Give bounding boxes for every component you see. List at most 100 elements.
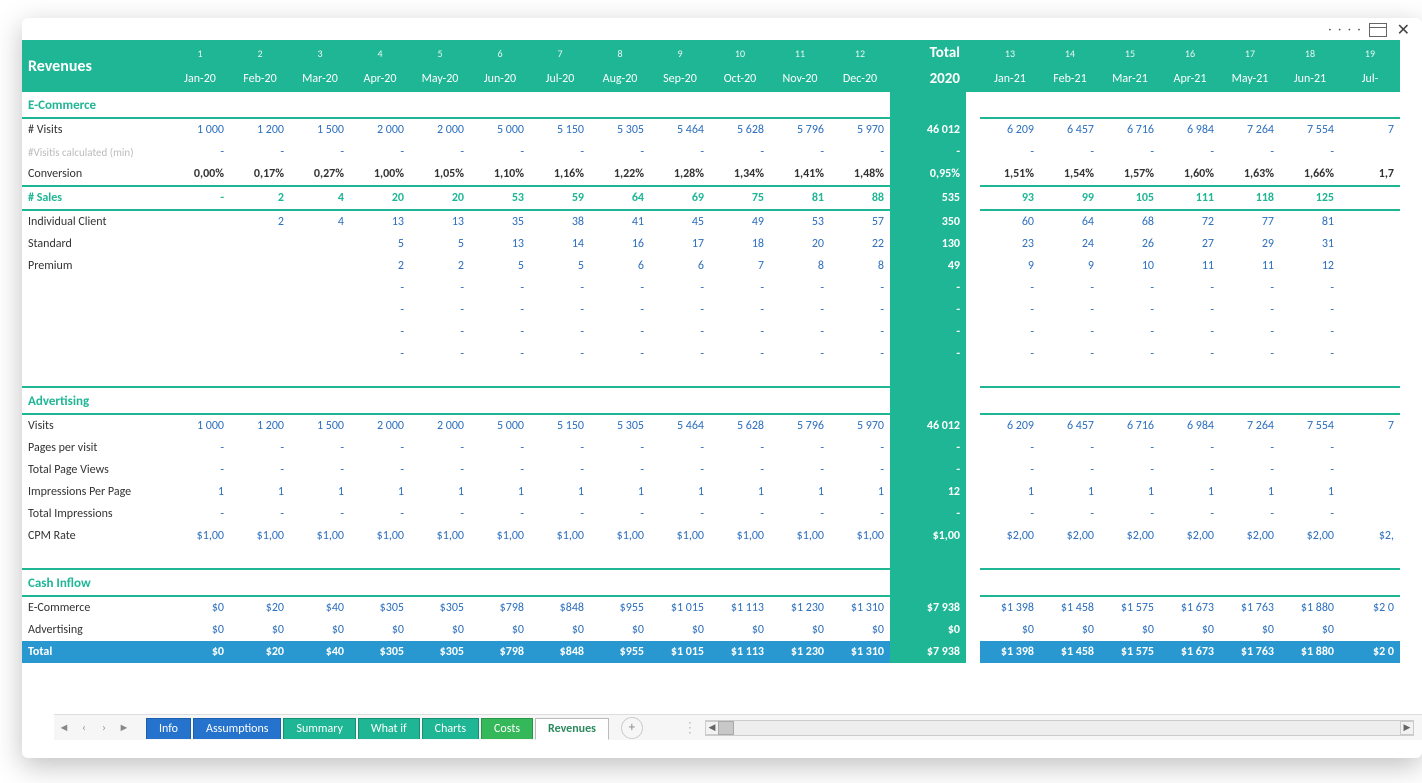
cell[interactable]: 7 <box>710 255 770 277</box>
cell[interactable]: $0 <box>350 619 410 641</box>
cell[interactable]: - <box>1280 343 1340 365</box>
cell[interactable]: - <box>1100 343 1160 365</box>
cell[interactable]: 5 796 <box>770 414 830 437</box>
cell[interactable]: $1,00 <box>890 525 966 547</box>
cell[interactable]: - <box>770 141 830 163</box>
cell[interactable]: - <box>1100 437 1160 459</box>
cell[interactable]: 1 <box>410 481 470 503</box>
cell[interactable]: 1 <box>230 481 290 503</box>
cell[interactable] <box>830 547 890 569</box>
cell[interactable]: 53 <box>470 186 530 210</box>
cell[interactable]: 6 984 <box>1160 118 1220 141</box>
cell[interactable]: 1 <box>710 481 770 503</box>
cell[interactable]: - <box>410 459 470 481</box>
cell[interactable]: - <box>770 277 830 299</box>
cell[interactable]: 1,60% <box>1160 163 1220 186</box>
cell[interactable]: - <box>1160 299 1220 321</box>
cell[interactable] <box>410 92 470 118</box>
cell[interactable]: Dec-20 <box>830 66 890 92</box>
tab-nav-first-icon[interactable]: ◄ <box>54 718 74 738</box>
cell[interactable]: $2,00 <box>1160 525 1220 547</box>
cell[interactable] <box>230 299 290 321</box>
cell[interactable] <box>22 321 170 343</box>
cell[interactable]: - <box>590 141 650 163</box>
cell[interactable]: 6 <box>650 255 710 277</box>
cell[interactable]: 17 <box>1220 40 1280 66</box>
cell[interactable]: 1,66% <box>1280 163 1340 186</box>
cell[interactable] <box>1340 299 1400 321</box>
cell[interactable] <box>710 547 770 569</box>
cell[interactable] <box>830 92 890 118</box>
cell[interactable] <box>650 92 710 118</box>
cell[interactable]: $305 <box>350 596 410 619</box>
cell[interactable] <box>966 210 980 233</box>
tab-assumptions[interactable]: Assumptions <box>193 718 281 739</box>
cell[interactable]: 5 464 <box>650 118 710 141</box>
cell[interactable]: 64 <box>1040 210 1100 233</box>
cell[interactable]: - <box>710 321 770 343</box>
cell[interactable]: 5 464 <box>650 414 710 437</box>
cell[interactable]: 6 716 <box>1100 414 1160 437</box>
cell[interactable]: 2 <box>230 210 290 233</box>
cell[interactable]: 1 <box>770 481 830 503</box>
cell[interactable] <box>966 459 980 481</box>
cell[interactable]: Total Page Views <box>22 459 170 481</box>
cell[interactable]: - <box>1280 503 1340 525</box>
cell[interactable]: 2 <box>230 186 290 210</box>
cell[interactable]: 6 457 <box>1040 414 1100 437</box>
cell[interactable]: - <box>290 503 350 525</box>
cell[interactable]: 5 970 <box>830 118 890 141</box>
cell[interactable]: 5 000 <box>470 414 530 437</box>
cell[interactable]: $798 <box>470 641 530 663</box>
cell[interactable] <box>290 365 350 387</box>
cell[interactable]: $305 <box>410 641 470 663</box>
cell[interactable]: 5 <box>470 255 530 277</box>
cell[interactable]: - <box>980 459 1040 481</box>
cell[interactable]: 49 <box>890 255 966 277</box>
cell[interactable]: - <box>590 277 650 299</box>
cell[interactable] <box>410 569 470 596</box>
cell[interactable] <box>966 277 980 299</box>
tab-nav-last-icon[interactable]: ► <box>114 718 134 738</box>
cell[interactable]: 1 500 <box>290 414 350 437</box>
cell[interactable] <box>1340 210 1400 233</box>
cell[interactable] <box>650 569 710 596</box>
spreadsheet-grid[interactable]: Revenues123456789101112Total131415161718… <box>22 40 1400 663</box>
cell[interactable]: - <box>1220 141 1280 163</box>
cell[interactable]: 1,34% <box>710 163 770 186</box>
cell[interactable]: 1 <box>290 481 350 503</box>
cell[interactable]: $1,00 <box>470 525 530 547</box>
cell[interactable] <box>530 365 590 387</box>
cell[interactable]: - <box>650 321 710 343</box>
cell[interactable] <box>230 255 290 277</box>
cell[interactable]: - <box>1160 437 1220 459</box>
cell[interactable]: 5 <box>410 233 470 255</box>
cell[interactable]: Aug-20 <box>590 66 650 92</box>
cell[interactable]: 18 <box>1280 40 1340 66</box>
cell[interactable] <box>1040 547 1100 569</box>
section-advertising[interactable]: Advertising <box>22 387 170 414</box>
cell[interactable]: 17 <box>650 233 710 255</box>
cell[interactable] <box>1340 321 1400 343</box>
cell[interactable]: - <box>890 141 966 163</box>
cell[interactable] <box>170 299 230 321</box>
cell[interactable]: - <box>1040 299 1100 321</box>
cell[interactable]: 15 <box>1100 40 1160 66</box>
cell[interactable]: $1,00 <box>170 525 230 547</box>
cell[interactable] <box>966 569 980 596</box>
cell[interactable]: 12 <box>1280 255 1340 277</box>
cell[interactable]: 5 000 <box>470 118 530 141</box>
cell[interactable]: - <box>980 141 1040 163</box>
cell[interactable]: - <box>170 141 230 163</box>
cell[interactable]: $1 458 <box>1040 641 1100 663</box>
cell[interactable]: 0,17% <box>230 163 290 186</box>
cell[interactable] <box>770 547 830 569</box>
cell[interactable] <box>170 92 230 118</box>
cell[interactable]: $1,00 <box>350 525 410 547</box>
cell[interactable]: - <box>980 437 1040 459</box>
cell[interactable] <box>170 387 230 414</box>
cell[interactable]: 1 000 <box>170 414 230 437</box>
cell[interactable] <box>1160 387 1220 414</box>
cell[interactable] <box>966 299 980 321</box>
cell[interactable] <box>710 92 770 118</box>
